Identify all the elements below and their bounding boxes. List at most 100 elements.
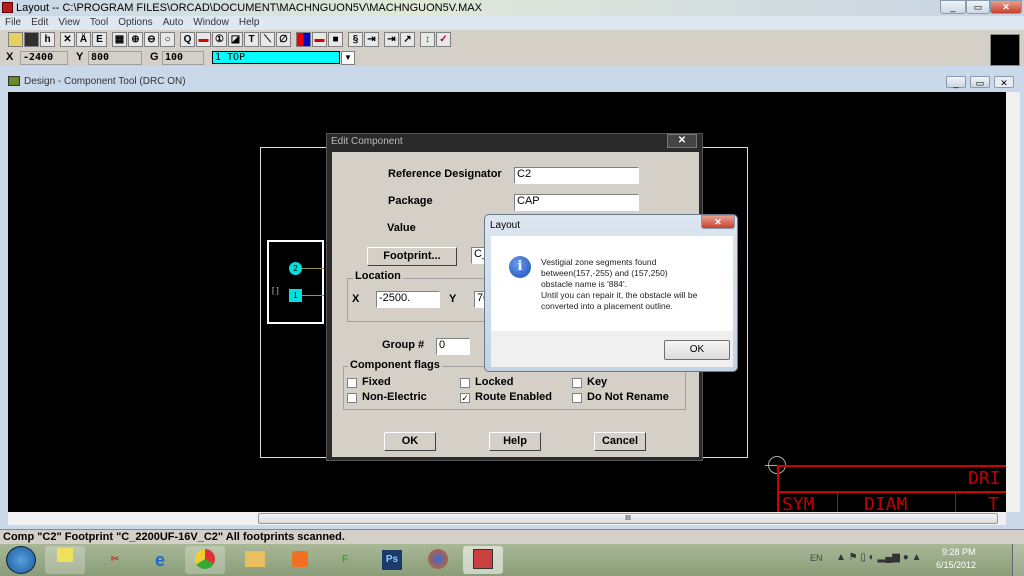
locked-checkbox[interactable] xyxy=(460,378,470,388)
key-checkbox[interactable] xyxy=(572,378,582,388)
group-input[interactable]: 0 xyxy=(436,338,470,355)
edit-component-close-button[interactable]: ✕ xyxy=(667,134,697,148)
message-line: between(157,-255) and (157,250) xyxy=(541,268,668,278)
ref-designator-label: Reference Designator xyxy=(388,168,502,180)
menu-auto[interactable]: Auto xyxy=(158,16,189,29)
close-button[interactable]: ✕ xyxy=(990,0,1022,14)
open-icon[interactable] xyxy=(8,32,23,47)
maximize-button[interactable]: ▭ xyxy=(966,0,990,14)
location-x-input[interactable]: -2500. xyxy=(376,291,440,308)
layer-select[interactable]: 1 TOP xyxy=(212,51,340,64)
vertical-scrollbar[interactable] xyxy=(1006,92,1020,512)
do-not-rename-checkbox[interactable] xyxy=(572,393,582,403)
taskbar-internet-explorer[interactable]: e xyxy=(140,546,180,574)
shove-icon[interactable]: ⇥ xyxy=(364,32,379,47)
taskbar-snipping-tool[interactable]: ✂ xyxy=(95,546,135,574)
taskbar-flashget[interactable]: F xyxy=(325,546,365,574)
drill-col-t: T xyxy=(988,494,999,512)
text-tool-icon[interactable]: T xyxy=(244,32,259,47)
ps-icon: Ps xyxy=(382,550,402,570)
obstacle-tool-icon[interactable]: ◪ xyxy=(228,32,243,47)
zoom-in-icon[interactable]: ⊕ xyxy=(128,32,143,47)
menu-window[interactable]: Window xyxy=(188,16,234,29)
tray-icons[interactable]: ▲ ⚑ ▯ ◐ ▂▄▆ ● ▲ xyxy=(836,552,921,563)
clock-date[interactable]: 6/15/2012 xyxy=(936,560,976,570)
child-minimize-button[interactable]: _ xyxy=(946,76,966,88)
window-title: Layout -- C:\PROGRAM FILES\ORCAD\DOCUMEN… xyxy=(16,2,482,14)
message-line: obstacle name is '884'. xyxy=(541,279,627,289)
component-c2[interactable]: 2 1 [ ] xyxy=(267,240,324,324)
taskbar-firefox[interactable] xyxy=(418,546,458,574)
route-enabled-checkbox[interactable]: ✓ xyxy=(460,393,470,403)
drill-col-sym: SYM xyxy=(782,494,815,512)
route-icon[interactable]: § xyxy=(348,32,363,47)
taskbar-media-player[interactable] xyxy=(280,546,320,574)
pin-tool-icon[interactable]: ① xyxy=(212,32,227,47)
edit-segment-icon[interactable]: ⇥ xyxy=(384,32,399,47)
color-icon[interactable] xyxy=(296,32,311,47)
pad-2[interactable]: 2 xyxy=(289,262,302,275)
non-electric-checkbox[interactable] xyxy=(347,393,357,403)
message-ok-button[interactable]: OK xyxy=(664,340,730,360)
fixed-checkbox[interactable] xyxy=(347,378,357,388)
title-bar: Layout -- C:\PROGRAM FILES\ORCAD\DOCUMEN… xyxy=(0,0,1024,16)
zoom-all-icon[interactable]: ○ xyxy=(160,32,175,47)
reports-icon[interactable]: h xyxy=(40,32,55,47)
footprint-button[interactable]: Footprint... xyxy=(367,247,457,266)
menu-file[interactable]: File xyxy=(0,16,26,29)
edit-icon[interactable]: E xyxy=(92,32,107,47)
taskbar-sticky-notes[interactable] xyxy=(45,546,85,574)
component-tool-icon[interactable]: ▬ xyxy=(196,32,211,47)
package-label: Package xyxy=(388,195,433,207)
y-coordinate: 800 xyxy=(88,51,142,65)
menu-help[interactable]: Help xyxy=(234,16,265,29)
minimize-button[interactable]: _ xyxy=(940,0,966,14)
error-tool-icon[interactable]: ∅ xyxy=(276,32,291,47)
find-icon[interactable]: Ä xyxy=(76,32,91,47)
online-drc-icon[interactable]: ↕ xyxy=(420,32,435,47)
ok-button[interactable]: OK xyxy=(384,432,436,451)
location-label: Location xyxy=(353,270,403,282)
taskbar-chrome[interactable] xyxy=(185,546,225,574)
drc-box-icon[interactable]: ■ xyxy=(328,32,343,47)
zoom-out-icon[interactable]: ⊖ xyxy=(144,32,159,47)
taskbar-layout[interactable] xyxy=(463,546,503,574)
delete-icon[interactable]: ✕ xyxy=(60,32,75,47)
menu-view[interactable]: View xyxy=(53,16,85,29)
clock-time[interactable]: 9:28 PM xyxy=(942,547,976,557)
info-icon: i xyxy=(509,256,531,278)
add-via-icon[interactable]: ↗ xyxy=(400,32,415,47)
connection-tool-icon[interactable]: ⟍ xyxy=(260,32,275,47)
show-desktop-button[interactable] xyxy=(1012,544,1024,576)
package-input[interactable]: CAP xyxy=(514,194,639,211)
chevron-down-icon[interactable]: ▼ xyxy=(341,51,355,65)
group-label: Group # xyxy=(382,339,425,351)
auto-drc-icon[interactable]: ✓ xyxy=(436,32,451,47)
drill-table-line xyxy=(777,465,779,512)
component-flags-label: Component flags xyxy=(348,359,442,371)
pad-1[interactable]: 1 xyxy=(289,289,302,302)
taskbar-photoshop[interactable]: Ps xyxy=(372,546,412,574)
x-coordinate: -2400 xyxy=(20,51,68,65)
taskbar-explorer[interactable] xyxy=(235,546,275,574)
child-close-button[interactable]: ✕ xyxy=(994,76,1014,88)
horizontal-scroll-thumb[interactable]: III xyxy=(258,513,998,524)
cancel-button[interactable]: Cancel xyxy=(594,432,646,451)
spreadsheet-icon[interactable]: ▦ xyxy=(112,32,127,47)
start-button[interactable] xyxy=(6,546,36,574)
language-indicator[interactable]: EN xyxy=(810,553,823,563)
message-close-button[interactable]: ✕ xyxy=(701,215,735,229)
do-not-rename-label: Do Not Rename xyxy=(587,391,669,403)
ref-designator-input[interactable]: C2 xyxy=(514,167,639,184)
help-button[interactable]: Help xyxy=(489,432,541,451)
message-line: Until you can repair it, the obstacle wi… xyxy=(541,290,698,300)
drill-table-line xyxy=(778,465,1006,467)
menu-bar: File Edit View Tool Options Auto Window Help xyxy=(0,16,1024,30)
drc-icon[interactable]: ▬ xyxy=(312,32,327,47)
query-icon[interactable]: Q xyxy=(180,32,195,47)
menu-options[interactable]: Options xyxy=(113,16,157,29)
menu-tool[interactable]: Tool xyxy=(85,16,113,29)
menu-edit[interactable]: Edit xyxy=(26,16,53,29)
save-icon[interactable] xyxy=(24,32,39,47)
child-restore-button[interactable]: ▭ xyxy=(970,76,990,88)
